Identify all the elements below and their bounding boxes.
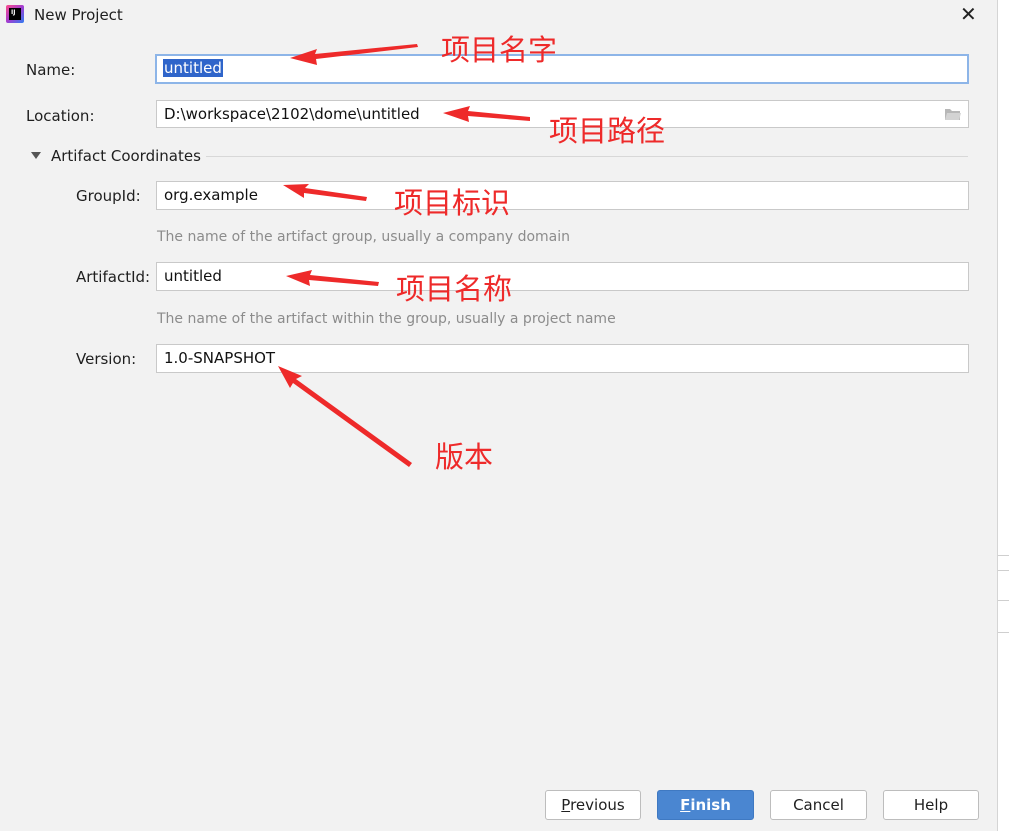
location-label: Location: xyxy=(26,107,95,125)
section-divider xyxy=(206,156,968,157)
groupid-label: GroupId: xyxy=(76,187,141,205)
annotation-artifact-name: 项目名称 xyxy=(396,272,513,306)
window-title: New Project xyxy=(34,6,123,24)
finish-button[interactable]: Finish xyxy=(657,790,754,820)
edge-divider xyxy=(998,555,1009,556)
previous-button[interactable]: Previous xyxy=(545,790,641,820)
annotation-version: 版本 xyxy=(435,440,494,474)
groupid-field[interactable]: org.example xyxy=(156,181,969,210)
artifactid-field[interactable]: untitled xyxy=(156,262,969,291)
previous-label: revious xyxy=(570,796,625,814)
artifactid-field-value: untitled xyxy=(164,267,222,285)
artifactid-label: ArtifactId: xyxy=(76,268,151,286)
collapse-triangle-icon[interactable] xyxy=(31,152,41,159)
previous-mnemonic: P xyxy=(561,796,571,814)
groupid-field-value: org.example xyxy=(164,186,258,204)
annotation-project-id: 项目标识 xyxy=(394,186,511,220)
version-label: Version: xyxy=(76,350,137,368)
edge-divider xyxy=(998,600,1009,601)
edge-divider xyxy=(998,570,1009,571)
help-button[interactable]: Help xyxy=(883,790,979,820)
app-icon-text: IJ xyxy=(11,9,16,16)
name-label: Name: xyxy=(26,61,76,79)
artifactid-hint: The name of the artifact within the grou… xyxy=(157,311,616,327)
cancel-button[interactable]: Cancel xyxy=(770,790,867,820)
name-field-value: untitled xyxy=(163,59,223,77)
close-icon[interactable]: ✕ xyxy=(960,4,977,24)
version-field[interactable]: 1.0-SNAPSHOT xyxy=(156,344,969,373)
groupid-hint: The name of the artifact group, usually … xyxy=(157,229,570,245)
folder-icon[interactable] xyxy=(944,107,962,121)
annotation-arrow-version xyxy=(278,366,412,467)
annotation-project-name: 项目名字 xyxy=(441,33,558,67)
section-title[interactable]: Artifact Coordinates xyxy=(51,147,201,165)
edge-divider xyxy=(998,632,1009,633)
finish-label: inish xyxy=(690,796,731,814)
annotation-project-path: 项目路径 xyxy=(549,114,666,148)
name-field[interactable]: untitled xyxy=(155,54,969,84)
version-field-value: 1.0-SNAPSHOT xyxy=(164,349,276,367)
intellij-logo-icon: IJ xyxy=(6,5,24,23)
finish-mnemonic: F xyxy=(680,796,691,814)
background-window-edge xyxy=(997,0,1009,831)
location-field-value: D:\workspace\2102\dome\untitled xyxy=(164,105,420,123)
